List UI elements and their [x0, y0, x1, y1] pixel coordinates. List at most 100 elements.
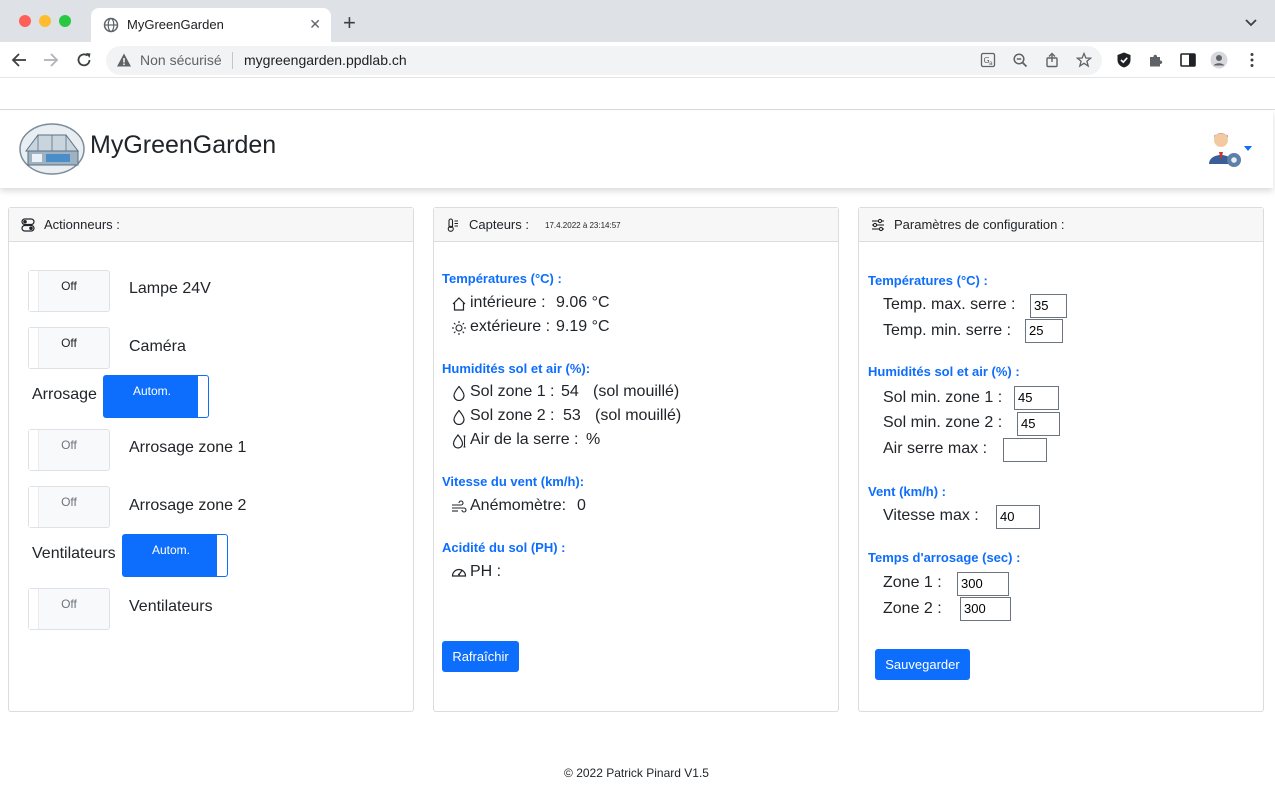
config-temperature-title: Températures (°C) : [868, 273, 988, 288]
humidity-section-title: Humidités sol et air (%): [442, 361, 591, 376]
temperature-section-title: Températures (°C) : [442, 271, 562, 286]
browser-tab-bar: MyGreenGarden ✕ + [0, 0, 1275, 42]
config-card: Paramètres de configuration : Températur… [858, 207, 1264, 712]
new-tab-icon[interactable]: + [343, 12, 356, 34]
air-humidity-unit: % [586, 431, 601, 448]
profile-avatar-icon[interactable] [1210, 51, 1228, 69]
greenhouse-logo-icon[interactable] [18, 121, 86, 177]
wind-section-title: Vitesse du vent (km/h): [442, 474, 585, 489]
sensors-timestamp: 17.4.2022 à 23:14:57 [545, 221, 621, 230]
fans-mode-label: Ventilateurs [32, 545, 116, 562]
watering-zone2-time-label: Zone 2 : [883, 600, 942, 617]
sensors-title: Capteurs : [469, 217, 529, 232]
outside-temp-label: extérieure : [470, 318, 551, 335]
soil-zone2-value: 53 [563, 407, 581, 424]
fans-label: Ventilateurs [129, 598, 213, 615]
soil-min-zone1-input[interactable]: 45 [1014, 386, 1059, 410]
actuators-card-header: Actionneurs : [9, 208, 413, 242]
sensors-card: Capteurs : 17.4.2022 à 23:14:57 Températ… [433, 207, 839, 712]
watering-zone2-toggle[interactable]: Off [28, 486, 110, 528]
temp-max-label: Temp. max. serre : [883, 296, 1016, 313]
anemometer-value: 0 [577, 497, 586, 514]
zoom-out-icon[interactable] [1012, 52, 1028, 68]
air-humidity-label: Air de la serre : [470, 431, 579, 448]
url-text[interactable]: mygreengarden.ppdlab.ch [244, 52, 407, 68]
air-max-input[interactable] [1003, 438, 1047, 462]
address-bar[interactable]: Non sécurisé mygreengarden.ppdlab.ch Ga [106, 46, 1102, 75]
gauge-icon [451, 568, 467, 577]
soil-zone1-status: (sol mouillé) [593, 383, 680, 400]
soil-zone1-value: 54 [561, 383, 579, 400]
translate-icon[interactable]: Ga [980, 52, 996, 68]
toggle-knob [217, 535, 227, 576]
config-title: Paramètres de configuration : [894, 217, 1065, 232]
actuators-card: Actionneurs : Off Lampe 24V Off Caméra A… [8, 207, 414, 712]
watering-zone1-label: Arrosage zone 1 [129, 439, 247, 456]
address-separator [232, 52, 233, 69]
lamp-toggle[interactable]: Off [28, 270, 110, 312]
watering-zone1-time-input[interactable]: 300 [957, 572, 1009, 596]
share-icon[interactable] [1044, 52, 1060, 68]
watering-zone2-label: Arrosage zone 2 [129, 497, 247, 514]
droplet-icon [453, 409, 465, 425]
camera-label: Caméra [129, 338, 186, 355]
config-humidity-title: Humidités sol et air (%) : [868, 364, 1020, 379]
thermometer-icon [447, 218, 458, 232]
sun-icon [452, 321, 466, 335]
watering-zone2-time-input[interactable]: 300 [960, 597, 1011, 621]
close-window-button[interactable] [19, 15, 31, 27]
soil-zone1-label: Sol zone 1 : [470, 383, 555, 400]
close-tab-icon[interactable]: ✕ [309, 16, 321, 32]
toggle-state: Off [61, 336, 77, 350]
watering-zone1-toggle[interactable]: Off [28, 429, 110, 471]
app-navbar: MyGreenGarden [0, 111, 1273, 188]
sliders-icon [872, 218, 884, 232]
user-settings-icon[interactable] [1204, 130, 1244, 170]
soil-min-zone1-label: Sol min. zone 1 : [883, 389, 1003, 406]
toggle-state: Autom. [151, 543, 190, 557]
shield-icon[interactable] [1115, 51, 1133, 69]
page-top-spacer [0, 79, 1275, 110]
app-brand[interactable]: MyGreenGarden [90, 131, 276, 160]
maximize-window-button[interactable] [59, 15, 71, 27]
lamp-label: Lampe 24V [129, 280, 211, 297]
security-status[interactable]: Non sécurisé [140, 52, 222, 68]
temp-min-input[interactable]: 25 [1025, 319, 1063, 343]
user-menu-caret[interactable] [1244, 146, 1252, 151]
save-button[interactable]: Sauvegarder [875, 649, 970, 680]
droplet-icon [453, 385, 465, 401]
globe-icon [103, 17, 119, 33]
extensions-puzzle-icon[interactable] [1147, 51, 1165, 69]
toggle-state: Autom. [132, 384, 171, 398]
watering-auto-toggle[interactable]: Autom. [103, 375, 209, 418]
fans-toggle[interactable]: Off [28, 588, 110, 630]
back-icon[interactable] [10, 51, 28, 69]
camera-toggle[interactable]: Off [28, 327, 110, 369]
soil-min-zone2-input[interactable]: 45 [1017, 412, 1060, 436]
temp-max-input[interactable]: 35 [1030, 294, 1067, 318]
sensors-card-header: Capteurs : 17.4.2022 à 23:14:57 [434, 208, 838, 242]
reload-icon[interactable] [75, 51, 93, 69]
toggle-state: Off [61, 495, 77, 509]
kebab-menu-icon[interactable] [1243, 51, 1261, 69]
config-wind-title: Vent (km/h) : [868, 484, 947, 499]
minimize-window-button[interactable] [39, 15, 51, 27]
forward-icon[interactable] [42, 51, 60, 69]
toggle-knob [198, 376, 208, 417]
chevron-down-icon[interactable] [1243, 14, 1259, 30]
inside-temp-value: 9.06 °C [556, 294, 610, 311]
toggle-state: Off [61, 438, 77, 452]
warning-icon[interactable] [116, 52, 132, 68]
ph-section-title: Acidité du sol (PH) : [442, 540, 566, 555]
side-panel-icon[interactable] [1179, 51, 1197, 69]
toggles-icon [21, 218, 35, 232]
temp-min-label: Temp. min. serre : [883, 322, 1012, 339]
soil-zone2-status: (sol mouillé) [595, 407, 682, 424]
ph-label: PH : [470, 563, 502, 580]
refresh-button[interactable]: Rafraîchir [442, 641, 519, 672]
config-card-header: Paramètres de configuration : [859, 208, 1263, 242]
wind-max-input[interactable]: 40 [996, 505, 1040, 529]
bookmark-star-icon[interactable] [1076, 52, 1092, 68]
browser-tab[interactable]: MyGreenGarden ✕ [91, 8, 331, 42]
fans-auto-toggle[interactable]: Autom. [122, 534, 228, 577]
